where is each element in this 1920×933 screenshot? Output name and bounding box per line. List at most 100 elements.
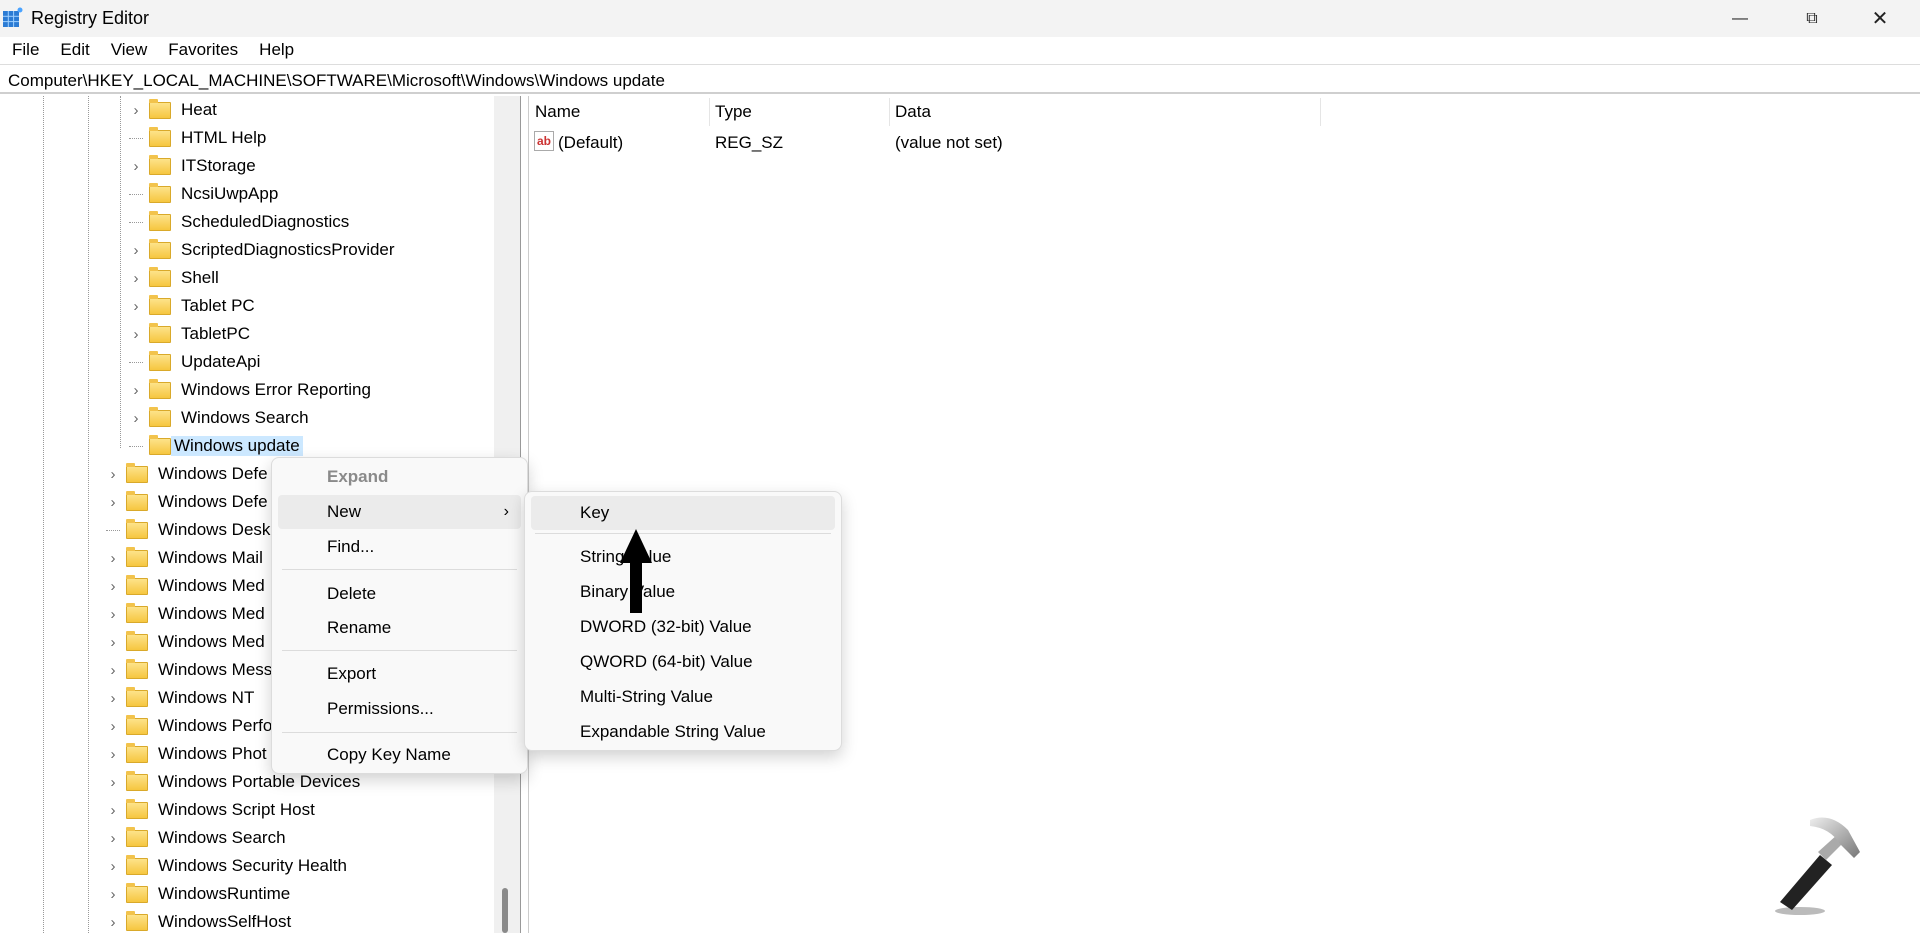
chevron-right-icon[interactable]: › <box>129 410 143 427</box>
tree-item[interactable]: › Windows Defe <box>106 460 271 488</box>
chevron-right-icon[interactable]: › <box>106 718 120 735</box>
chevron-right-icon[interactable]: › <box>106 578 120 595</box>
submenu-item-string-value[interactable]: String Value <box>531 540 835 574</box>
tree-guide-line <box>120 96 121 448</box>
submenu-item-expandable-string-value[interactable]: Expandable String Value <box>531 715 835 749</box>
chevron-right-icon[interactable]: › <box>106 830 120 847</box>
chevron-right-icon[interactable]: › <box>106 634 120 651</box>
address-bar[interactable]: Computer\HKEY_LOCAL_MACHINE\SOFTWARE\Mic… <box>0 64 1920 94</box>
tree-item[interactable]: Windows Desk <box>106 516 273 544</box>
menu-item-copy-key-name[interactable]: Copy Key Name <box>278 738 521 772</box>
tree-item[interactable]: › Windows Security Health <box>106 852 350 880</box>
tree-connector <box>129 445 143 447</box>
chevron-right-icon[interactable]: › <box>106 466 120 483</box>
column-divider[interactable] <box>889 98 890 126</box>
menu-item-find[interactable]: Find... <box>278 530 521 564</box>
menu-help[interactable]: Help <box>247 37 303 63</box>
tree-item[interactable]: › Windows Med <box>106 600 268 628</box>
tree-item-label: Windows Script Host <box>158 800 315 819</box>
chevron-right-icon[interactable]: › <box>129 326 143 343</box>
close-button[interactable]: ✕ <box>1850 0 1910 37</box>
tree-item[interactable]: › Windows Med <box>106 572 268 600</box>
tree-item-label: Windows Desk <box>158 520 271 539</box>
tree-item[interactable]: › Windows Med <box>106 628 268 656</box>
chevron-right-icon[interactable]: › <box>106 746 120 763</box>
menu-item-export[interactable]: Export <box>278 657 521 691</box>
minimize-button[interactable]: — <box>1710 0 1770 37</box>
column-divider[interactable] <box>1320 98 1321 126</box>
folder-icon <box>149 434 171 455</box>
menu-edit[interactable]: Edit <box>48 37 98 63</box>
menu-separator <box>282 732 517 733</box>
submenu-item-qword-value[interactable]: QWORD (64-bit) Value <box>531 645 835 679</box>
column-header-name[interactable]: Name <box>535 102 580 122</box>
chevron-right-icon[interactable]: › <box>106 886 120 903</box>
hammer-logo-icon <box>1775 817 1860 915</box>
chevron-right-icon[interactable]: › <box>106 690 120 707</box>
chevron-right-icon[interactable]: › <box>106 774 120 791</box>
restore-button[interactable]: ⧉ <box>1782 0 1842 37</box>
menu-favorites[interactable]: Favorites <box>156 37 247 63</box>
tree-item[interactable]: › ITStorage <box>129 152 259 180</box>
folder-icon <box>149 378 171 399</box>
tree-item[interactable]: › Windows Search <box>129 404 312 432</box>
tree-item[interactable]: NcsiUwpApp <box>129 180 281 208</box>
tree-item[interactable]: › Windows Mess <box>106 656 275 684</box>
chevron-right-icon[interactable]: › <box>129 270 143 287</box>
menu-item-new[interactable]: New › <box>278 495 521 529</box>
chevron-right-icon[interactable]: › <box>106 494 120 511</box>
chevron-right-icon[interactable]: › <box>106 914 120 931</box>
submenu-item-key[interactable]: Key <box>531 496 835 530</box>
menu-view[interactable]: View <box>99 37 157 63</box>
annotation-arrow-icon <box>620 529 652 613</box>
chevron-right-icon[interactable]: › <box>106 662 120 679</box>
tree-item[interactable]: › Windows Search <box>106 824 289 852</box>
tree-item[interactable]: › TabletPC <box>129 320 253 348</box>
folder-icon <box>149 406 171 427</box>
tree-item[interactable]: › WindowsSelfHost <box>106 908 294 933</box>
chevron-right-icon[interactable]: › <box>106 858 120 875</box>
tree-item[interactable]: › Shell <box>129 264 222 292</box>
value-type: REG_SZ <box>715 133 784 152</box>
menu-item-rename[interactable]: Rename <box>278 611 521 645</box>
chevron-right-icon[interactable]: › <box>129 158 143 175</box>
chevron-right-icon[interactable]: › <box>129 102 143 119</box>
menu-item-permissions[interactable]: Permissions... <box>278 692 521 726</box>
chevron-right-icon[interactable]: › <box>129 382 143 399</box>
folder-icon <box>149 238 171 259</box>
tree-item[interactable]: UpdateApi <box>129 348 263 376</box>
menu-item-delete[interactable]: Delete <box>278 577 521 611</box>
chevron-right-icon[interactable]: › <box>106 550 120 567</box>
tree-item[interactable]: › Windows Perfo <box>106 712 275 740</box>
tree-item-label: WindowsRuntime <box>158 884 291 903</box>
tree-item[interactable]: › ScriptedDiagnosticsProvider <box>129 236 398 264</box>
chevron-right-icon[interactable]: › <box>106 802 120 819</box>
tree-item[interactable]: Windows update <box>129 432 303 460</box>
tree-item[interactable]: › Windows Defe <box>106 488 271 516</box>
tree-item[interactable]: HTML Help <box>129 124 269 152</box>
submenu-item-multi-string-value[interactable]: Multi-String Value <box>531 680 835 714</box>
tree-item[interactable]: › Tablet PC <box>129 292 258 320</box>
tree-item-label: Windows Defe <box>158 492 268 511</box>
submenu-item-dword-value[interactable]: DWORD (32-bit) Value <box>531 610 835 644</box>
tree-item[interactable]: ScheduledDiagnostics <box>129 208 352 236</box>
tree-item[interactable]: › WindowsRuntime <box>106 880 293 908</box>
folder-icon <box>126 770 148 791</box>
tree-item[interactable]: › Windows Mail <box>106 544 266 572</box>
tree-item[interactable]: › Windows Phot <box>106 740 270 768</box>
tree-item[interactable]: › Heat <box>129 96 220 124</box>
folder-icon <box>149 126 171 147</box>
tree-item-label: Windows update <box>171 436 303 456</box>
column-header-type[interactable]: Type <box>715 102 752 122</box>
chevron-right-icon[interactable]: › <box>129 242 143 259</box>
tree-item[interactable]: › Windows Script Host <box>106 796 318 824</box>
scrollbar-thumb[interactable] <box>502 888 508 933</box>
column-divider[interactable] <box>709 98 710 126</box>
tree-item[interactable]: › Windows NT <box>106 684 257 712</box>
chevron-right-icon[interactable]: › <box>129 298 143 315</box>
submenu-item-binary-value[interactable]: Binary Value <box>531 575 835 609</box>
column-header-data[interactable]: Data <box>895 102 931 122</box>
chevron-right-icon[interactable]: › <box>106 606 120 623</box>
menu-file[interactable]: File <box>0 37 48 63</box>
tree-item[interactable]: › Windows Error Reporting <box>129 376 374 404</box>
